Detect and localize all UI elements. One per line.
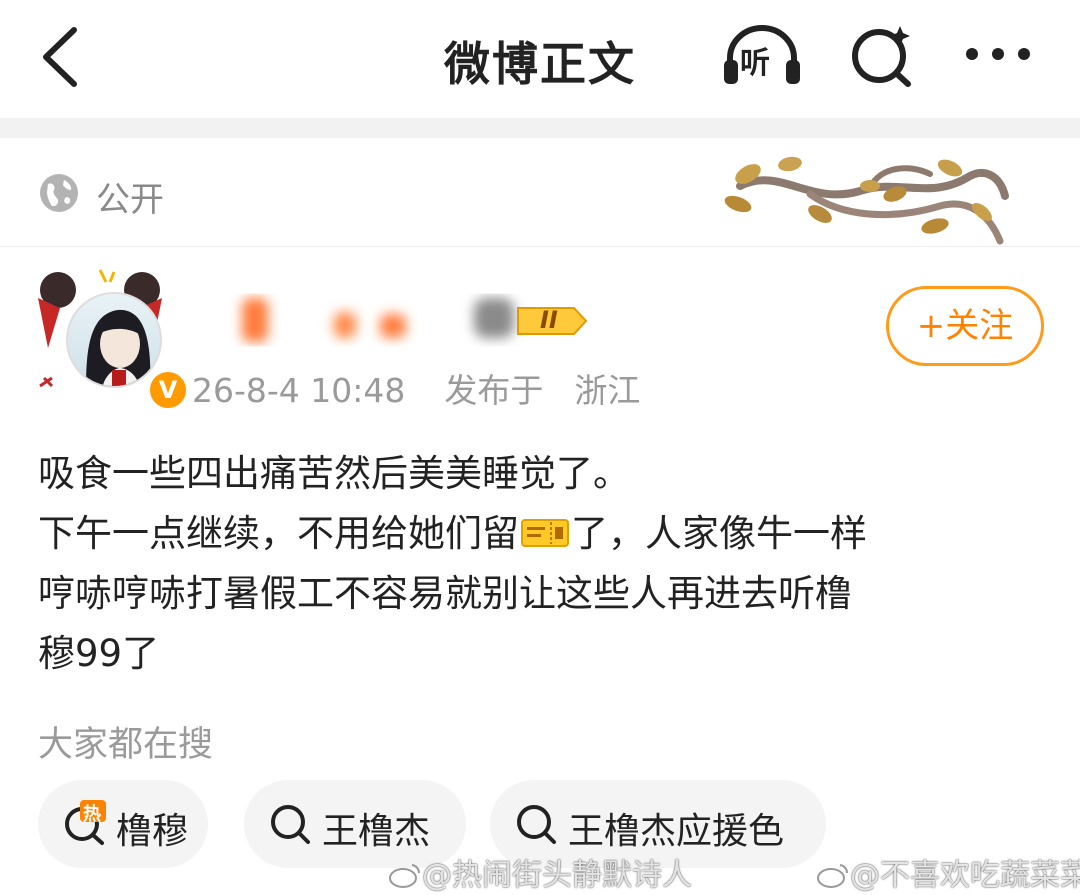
- ticket-emoji-icon: [521, 519, 569, 547]
- post-line: 下午一点继续，不用给她们留 了，人家像牛一样: [38, 504, 1048, 564]
- weibo-post-page: 微博正文 听 公开 V II 26-8-4 10:48 发布于 浙江 +关注 吸…: [0, 0, 1080, 895]
- weibo-logo-icon: [389, 864, 421, 888]
- member-level-label: II: [540, 306, 558, 334]
- post-line-segment: 下午一点继续，不用给她们留: [38, 512, 519, 555]
- member-level-badge[interactable]: II: [516, 304, 588, 338]
- post-meta: 26-8-4 10:48 发布于 浙江: [192, 364, 640, 412]
- more-options-button[interactable]: [960, 24, 1036, 84]
- page-title: 微博正文: [444, 37, 636, 91]
- search-icon: [517, 805, 556, 844]
- location-prefix: 发布于: [444, 371, 544, 410]
- hot-mark: 热: [83, 804, 101, 825]
- weibo-logo-icon: [817, 864, 849, 888]
- follow-button[interactable]: +关注: [886, 286, 1044, 366]
- row-divider: [0, 246, 1080, 247]
- watermark-2: @不喜欢吃蔬菜菜: [816, 850, 1080, 894]
- avatar-portrait-image: [86, 309, 151, 386]
- post-line-segment: 了，人家像牛一样: [571, 512, 867, 555]
- globe-icon: [40, 174, 78, 212]
- more-dots-icon: [966, 48, 1030, 60]
- post-text: 吸食一些四出痛苦然后美美睡觉了。 下午一点继续，不用给她们留 了，人家像牛一样 哼…: [38, 444, 1048, 684]
- listen-label: 听: [740, 46, 770, 81]
- watermark-1: @热闹街头静默诗人: [388, 850, 692, 894]
- trending-chip-label: 王橹杰: [322, 811, 431, 852]
- watermark-text: @不喜欢吃蔬菜菜: [850, 858, 1080, 893]
- username-blurred[interactable]: [230, 288, 530, 348]
- search-button[interactable]: [848, 20, 918, 90]
- post-line: 哼哧哼哧打暑假工不容易就别让这些人再进去听橹: [38, 572, 852, 615]
- trending-searches-title: 大家都在搜: [38, 725, 214, 765]
- listen-button[interactable]: 听: [718, 20, 806, 90]
- top-nav-bar: 微博正文 听: [0, 0, 1080, 118]
- branch-leaves-decoration: [724, 156, 1009, 245]
- trending-chip-label: 王橹杰应援色: [568, 811, 785, 852]
- trending-chip-lumu[interactable]: 热 橹穆: [38, 780, 208, 868]
- search-icon: [271, 805, 310, 844]
- visibility-label: 公开: [96, 180, 164, 220]
- search-sparkle-icon: [852, 26, 911, 87]
- author-avatar-frame[interactable]: V: [30, 268, 190, 412]
- post-location: 浙江: [574, 371, 641, 410]
- verified-badge: V: [146, 368, 190, 412]
- post-time: 26-8-4 10:48: [192, 371, 406, 410]
- trending-chip-label: 橹穆: [116, 811, 189, 852]
- avatar: [66, 292, 162, 388]
- post-line: 吸食一些四出痛苦然后美美睡觉了。: [38, 452, 630, 495]
- visibility-row: 公开: [0, 138, 1080, 246]
- watermark-text: @热闹街头静默诗人: [422, 858, 692, 893]
- post-line: 穆99了: [38, 632, 160, 675]
- section-divider: [0, 118, 1080, 138]
